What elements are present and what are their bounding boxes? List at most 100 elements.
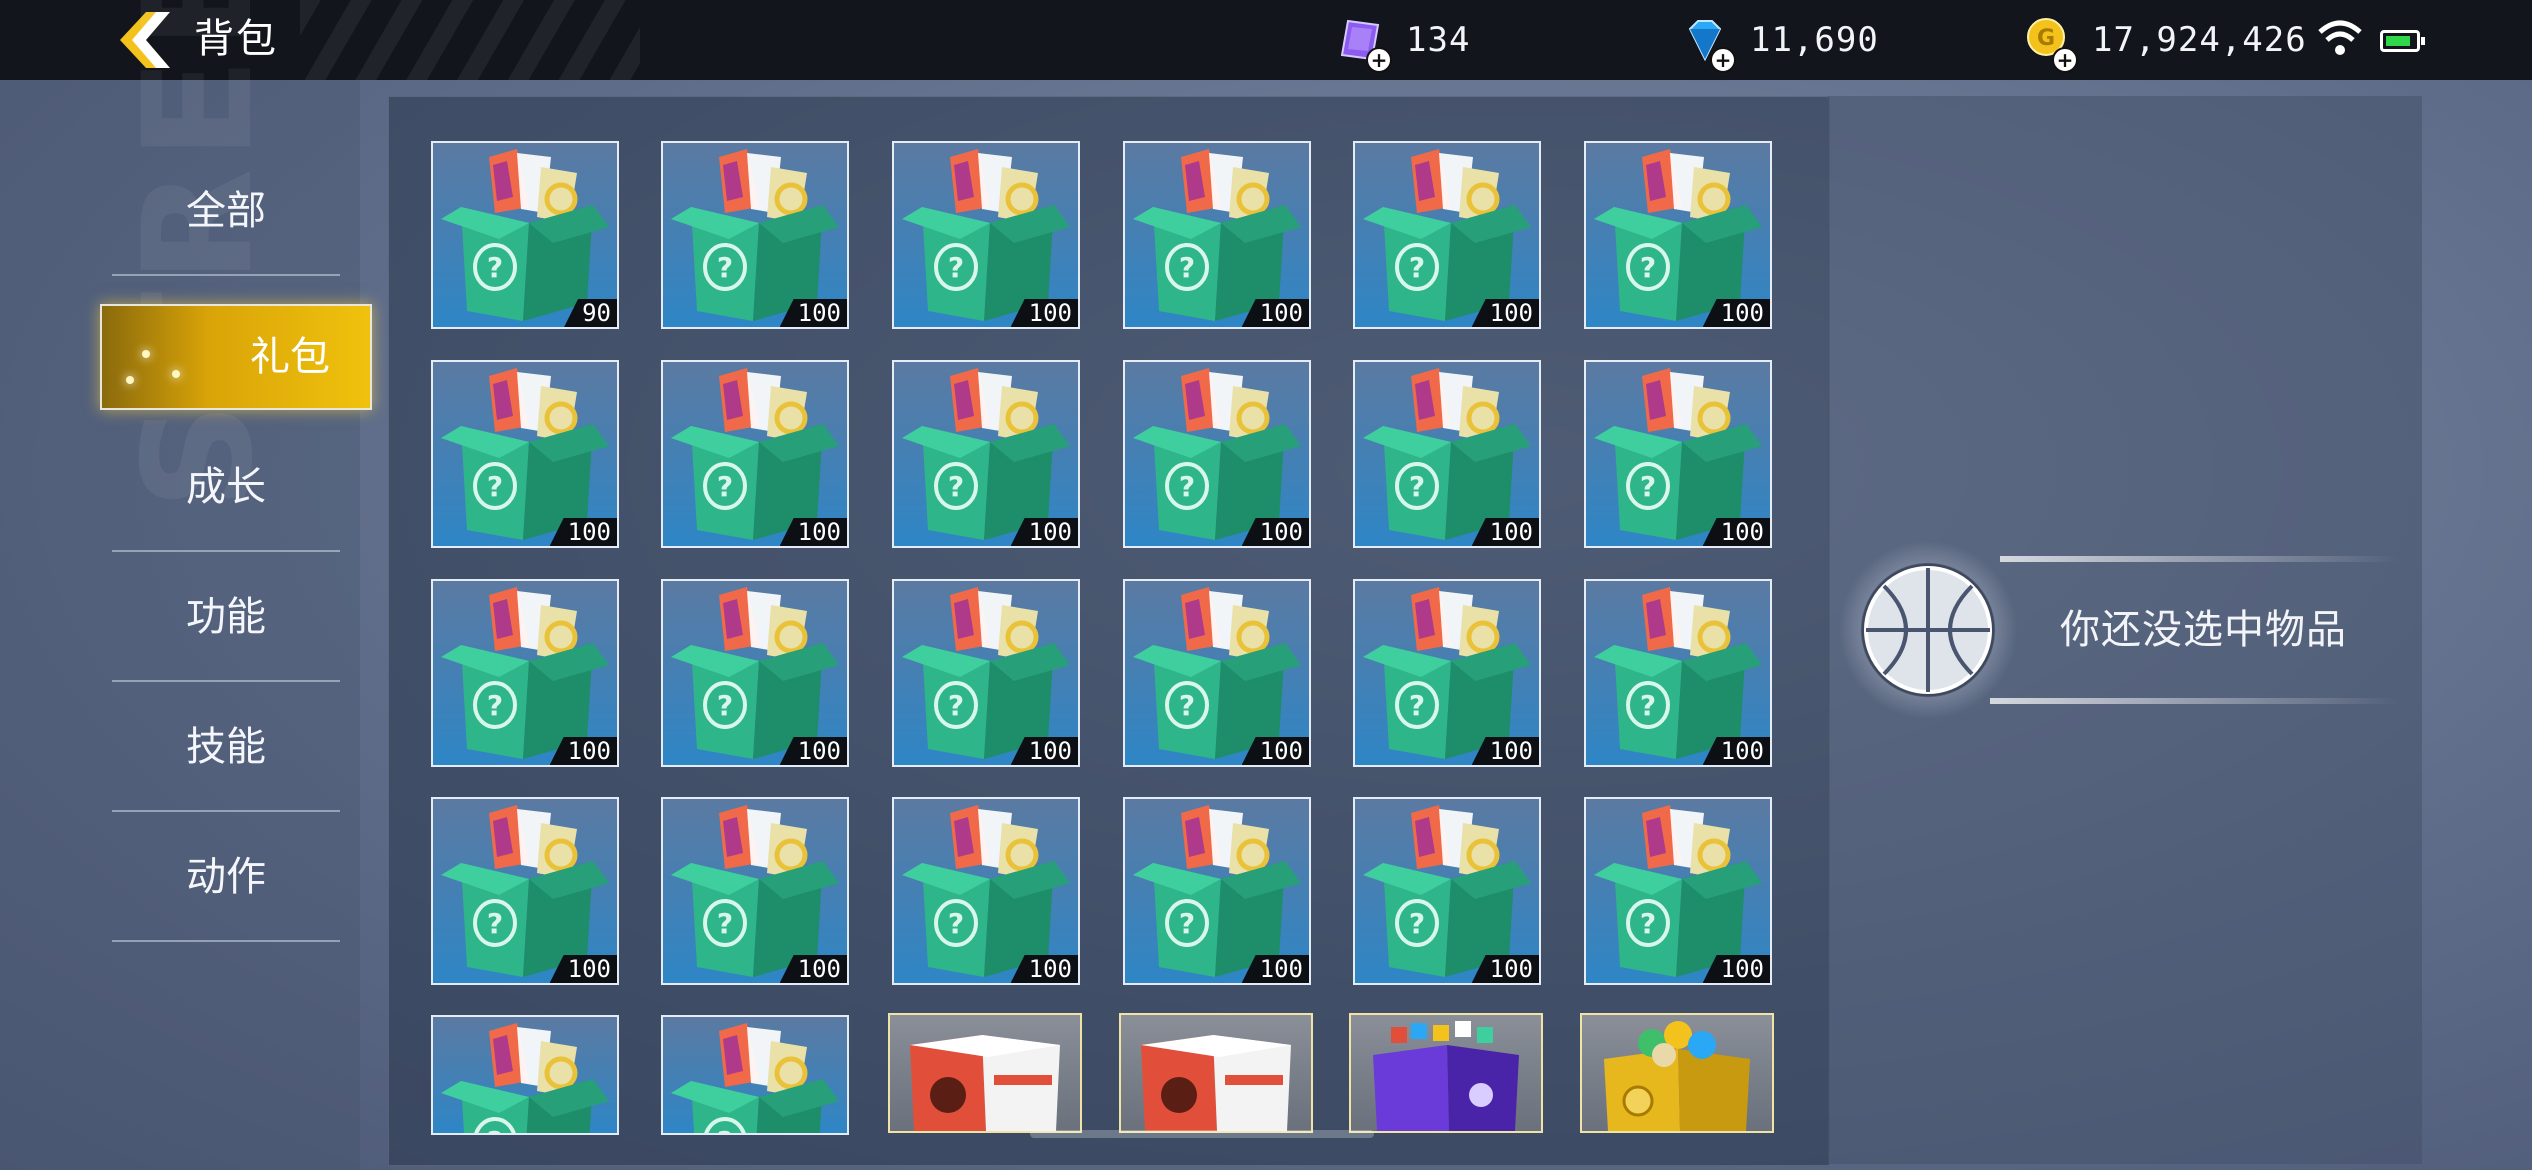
battery-level <box>2386 36 2410 46</box>
add-ticket-icon[interactable]: + <box>1366 47 1392 73</box>
header-decoration <box>300 0 640 80</box>
detail-divider-bottom <box>1990 698 2400 704</box>
inventory-slot[interactable]: ? 100 <box>661 141 849 329</box>
svg-text:?: ? <box>1179 907 1195 940</box>
gold-coin-icon[interactable]: G + <box>2022 15 2078 73</box>
svg-text:?: ? <box>487 907 503 940</box>
nav-divider <box>112 274 340 276</box>
red-gift-box-icon <box>1141 1035 1291 1131</box>
red-gift-box-icon <box>910 1035 1060 1131</box>
inventory-slot[interactable]: ? 100 <box>431 797 619 985</box>
mystery-box-icon: ? <box>441 1023 609 1135</box>
inventory-slot[interactable]: ? 100 <box>1123 579 1311 767</box>
inventory-slot[interactable]: ? <box>431 1015 619 1135</box>
svg-text:?: ? <box>1179 251 1195 284</box>
nav-item-2[interactable]: 成长 <box>112 422 340 552</box>
nav-item-label: 成长 <box>186 464 266 510</box>
diamond-count: 11,690 <box>1750 20 1879 60</box>
inventory-slot[interactable]: ? 100 <box>1353 141 1541 329</box>
nav-item-5[interactable]: 动作 <box>112 812 340 942</box>
add-diamond-icon[interactable]: + <box>1710 47 1736 73</box>
svg-text:?: ? <box>1409 907 1425 940</box>
nav-item-3[interactable]: 功能 <box>112 552 340 682</box>
svg-text:?: ? <box>1640 907 1656 940</box>
diamond-counter: + 11,690 <box>1680 0 1879 80</box>
inventory-slot[interactable]: ? 100 <box>1353 797 1541 985</box>
inventory-slot[interactable]: ? <box>661 1015 849 1135</box>
inventory-slot[interactable]: ? 100 <box>892 360 1080 548</box>
svg-text:?: ? <box>948 907 964 940</box>
nav-item-4[interactable]: 技能 <box>112 682 340 812</box>
nav-item-label: 功能 <box>186 594 266 640</box>
inventory-slot[interactable] <box>1119 1013 1313 1133</box>
inventory-slot[interactable] <box>1580 1013 1774 1133</box>
gold-counter: G + 17,924,426 <box>2022 0 2307 80</box>
inventory-slot[interactable]: ? 100 <box>1123 360 1311 548</box>
battery-icon <box>2380 30 2425 52</box>
inventory-slot[interactable]: ? 90 <box>431 141 619 329</box>
svg-text:?: ? <box>487 689 503 722</box>
svg-text:?: ? <box>717 470 733 503</box>
sparkle-decoration <box>172 370 180 378</box>
svg-text:?: ? <box>948 689 964 722</box>
inventory-slot[interactable]: ? 100 <box>1584 360 1772 548</box>
svg-text:?: ? <box>1409 689 1425 722</box>
inventory-slot[interactable]: ? 100 <box>1584 797 1772 985</box>
inventory-slot[interactable]: ? 100 <box>1584 579 1772 767</box>
nav-item-label: 全部 <box>186 188 266 234</box>
detail-divider-top <box>2000 556 2400 562</box>
sparkle-decoration <box>126 376 134 384</box>
mystery-box-icon: ? <box>671 1023 839 1133</box>
basketball-emblem <box>1838 540 2018 720</box>
inventory-slot[interactable] <box>1349 1013 1543 1133</box>
inventory-slot[interactable]: ? 100 <box>1353 579 1541 767</box>
sparkle-decoration <box>142 350 150 358</box>
inventory-slot[interactable]: ? 100 <box>1353 360 1541 548</box>
gold-gift-box-icon <box>1604 1021 1750 1131</box>
svg-text:?: ? <box>1179 689 1195 722</box>
svg-text:?: ? <box>948 470 964 503</box>
svg-text:?: ? <box>487 251 503 284</box>
svg-text:?: ? <box>487 470 503 503</box>
svg-text:?: ? <box>1409 470 1425 503</box>
inventory-slot[interactable]: ? 100 <box>661 797 849 985</box>
inventory-slot[interactable]: ? 100 <box>892 579 1080 767</box>
svg-text:?: ? <box>487 1125 503 1135</box>
nav-item-0[interactable]: 全部 <box>112 146 340 276</box>
nav-item-1[interactable]: 礼包 <box>100 304 372 410</box>
inventory-slot[interactable]: ? 100 <box>431 579 619 767</box>
svg-text:?: ? <box>717 689 733 722</box>
svg-text:?: ? <box>1179 470 1195 503</box>
purple-gift-box-icon <box>1373 1021 1519 1131</box>
wifi-icon <box>2318 20 2362 60</box>
ticket-counter: + 134 <box>1336 0 1470 80</box>
svg-text:G: G <box>2037 26 2055 51</box>
diamond-icon[interactable]: + <box>1680 15 1736 73</box>
inventory-slot[interactable]: ? 100 <box>1123 797 1311 985</box>
svg-text:?: ? <box>1640 689 1656 722</box>
inventory-grid: ? 90? 100? 100? 100? 100? 100? 100? 100? 100? 100?… <box>388 96 1830 1166</box>
ticket-icon[interactable]: + <box>1336 15 1392 73</box>
inventory-slot[interactable]: ? 100 <box>661 360 849 548</box>
inventory-slot[interactable]: ? 100 <box>1123 141 1311 329</box>
inventory-slot[interactable]: ? 100 <box>431 360 619 548</box>
inventory-slot[interactable]: ? 100 <box>892 141 1080 329</box>
basketball-icon <box>1864 566 1992 694</box>
svg-text:?: ? <box>1640 470 1656 503</box>
nav-divider <box>112 940 340 942</box>
svg-text:?: ? <box>1640 251 1656 284</box>
inventory-slot[interactable] <box>888 1013 1082 1133</box>
svg-text:?: ? <box>948 251 964 284</box>
nav-item-label: 礼包 <box>250 334 330 380</box>
empty-selection-message: 你还没选中物品 <box>2060 607 2347 653</box>
ticket-count: 134 <box>1406 20 1471 60</box>
svg-text:?: ? <box>717 907 733 940</box>
grid-scrollbar[interactable] <box>1030 1130 1374 1138</box>
inventory-slot[interactable]: ? 100 <box>1584 141 1772 329</box>
nav-item-label: 技能 <box>186 724 266 770</box>
inventory-slot[interactable]: ? 100 <box>661 579 849 767</box>
inventory-slot[interactable]: ? 100 <box>892 797 1080 985</box>
add-gold-icon[interactable]: + <box>2052 47 2078 73</box>
gold-count: 17,924,426 <box>2092 20 2307 60</box>
svg-text:?: ? <box>1409 251 1425 284</box>
